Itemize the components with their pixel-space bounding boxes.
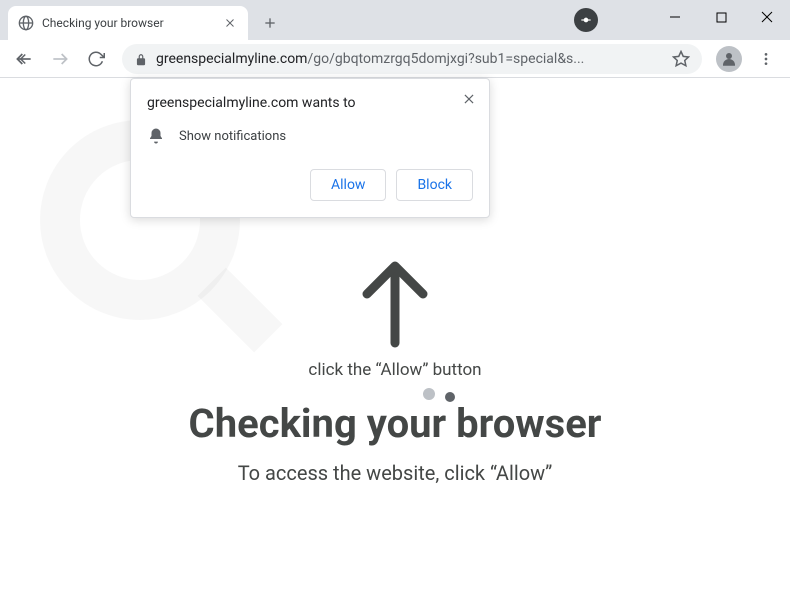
tab-close-button[interactable] (222, 15, 238, 31)
popup-close-button[interactable] (457, 87, 481, 111)
forward-button[interactable] (44, 43, 76, 75)
dot (445, 392, 455, 402)
globe-icon (18, 15, 34, 31)
notification-permission-popup: greenspecialmyline.com wants to Show not… (130, 78, 490, 218)
allow-button[interactable]: Allow (310, 169, 386, 201)
block-button[interactable]: Block (396, 169, 473, 201)
minimize-button[interactable] (652, 0, 698, 34)
bookmark-star-icon[interactable] (672, 50, 690, 68)
permission-row: Show notifications (147, 127, 473, 145)
page-heading: Checking your browser (189, 400, 602, 447)
browser-menu-button[interactable] (750, 43, 782, 75)
maximize-button[interactable] (698, 0, 744, 34)
profile-badge-icon[interactable] (574, 8, 598, 32)
url-text: greenspecialmyline.com/go/gbqtomzrgq5dom… (156, 51, 672, 67)
tab-title: Checking your browser (42, 16, 222, 30)
bell-icon (147, 127, 165, 145)
address-bar[interactable]: greenspecialmyline.com/go/gbqtomzrgq5dom… (122, 44, 702, 74)
dot (423, 388, 435, 400)
popup-buttons: Allow Block (147, 169, 473, 201)
browser-tab[interactable]: Checking your browser (8, 6, 248, 40)
new-tab-button[interactable] (256, 9, 284, 37)
page-subheading: To access the website, click “Allow” (238, 461, 553, 485)
up-arrow-icon (355, 258, 435, 348)
url-domain: greenspecialmyline.com (156, 51, 307, 67)
reload-button[interactable] (80, 43, 112, 75)
browser-titlebar: Checking your browser (0, 0, 790, 40)
hint-text: click the “Allow” button (308, 360, 481, 380)
window-controls (652, 0, 790, 34)
close-window-button[interactable] (744, 0, 790, 34)
lock-icon (134, 52, 148, 66)
popup-title: greenspecialmyline.com wants to (147, 95, 473, 111)
url-path: /go/gbqtomzrgq5domjxgi?sub1=special&s... (307, 51, 584, 67)
browser-toolbar: greenspecialmyline.com/go/gbqtomzrgq5dom… (0, 40, 790, 78)
back-button[interactable] (8, 43, 40, 75)
profile-avatar[interactable] (716, 46, 742, 72)
loading-dots (423, 388, 455, 402)
permission-label: Show notifications (179, 129, 286, 144)
